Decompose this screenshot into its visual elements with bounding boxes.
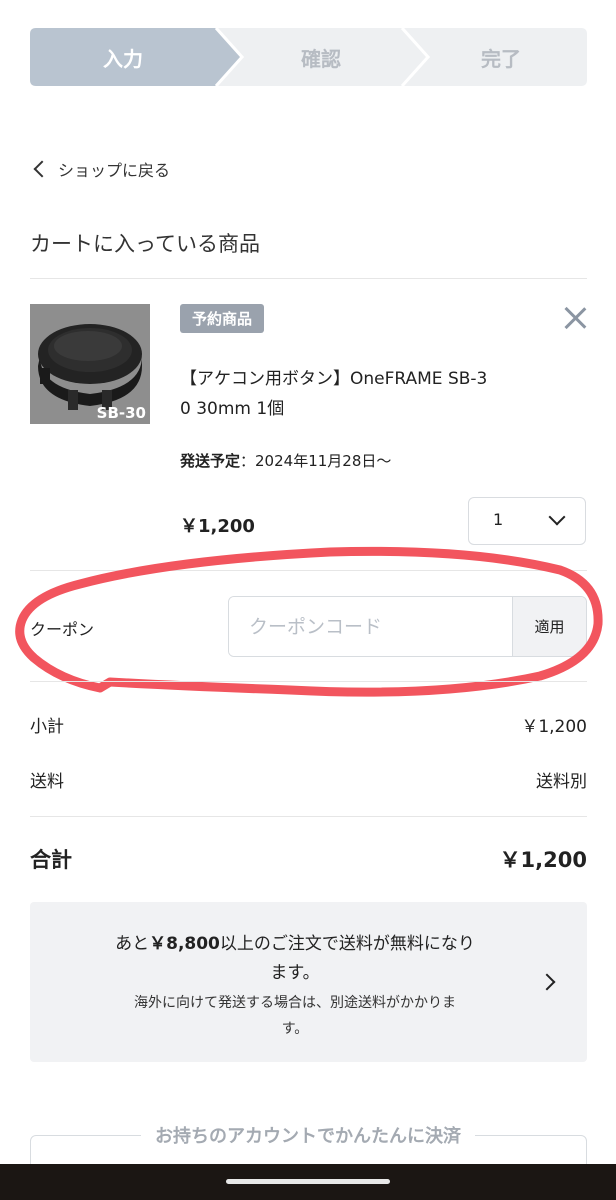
divider <box>30 681 587 682</box>
chevron-down-icon <box>548 508 566 526</box>
thumbnail-label: SB-30 <box>96 404 146 422</box>
notice-line2: ます。 <box>270 963 320 983</box>
checkout-steps: 入力 確認 完了 <box>30 28 587 86</box>
coupon-code-input[interactable] <box>229 597 515 656</box>
preorder-badge: 予約商品 <box>180 304 265 333</box>
step-input: 入力 <box>103 46 143 71</box>
notice-amount: ￥8,800 <box>149 934 220 954</box>
product-thumbnail[interactable]: SB-30 <box>30 304 150 424</box>
divider <box>30 816 587 817</box>
product-name-line1: 【アケコン用ボタン】OneFRAME SB-3 <box>180 369 488 389</box>
cart-title: カートに入っている商品 <box>30 232 260 256</box>
notice-sub: 海外に向けて発送する場合は、別途送料がかかりま す。 <box>60 990 530 1042</box>
home-gesture-handle[interactable] <box>226 1179 390 1184</box>
product-name[interactable]: 【アケコン用ボタン】OneFRAME SB-3 0 30mm 1個 <box>180 364 560 424</box>
notice-sub-line1: 海外に向けて発送する場合は、別途送料がかかりま <box>134 995 456 1011</box>
quantity-value: 1 <box>493 510 504 529</box>
notice-text: あと￥8,800以上のご注文で送料が無料になり ます。 海外に向けて発送する場合… <box>60 930 530 1042</box>
subtotal-label: 小計 <box>30 717 64 737</box>
total-label: 合計 <box>30 848 72 872</box>
shipping-value: 送料別 <box>536 772 587 792</box>
notice-sub-line2: す。 <box>281 1021 309 1037</box>
system-nav-bar <box>0 1164 616 1200</box>
product-name-line2: 0 30mm 1個 <box>180 399 285 419</box>
chevron-left-icon <box>33 160 51 178</box>
coupon-label: クーポン <box>30 620 95 639</box>
chevron-right-icon <box>538 973 556 991</box>
free-shipping-notice[interactable]: あと￥8,800以上のご注文で送料が無料になり ます。 海外に向けて発送する場合… <box>30 902 587 1062</box>
divider <box>30 570 587 571</box>
close-icon[interactable] <box>560 302 590 332</box>
coupon-form: 適用 <box>228 596 587 657</box>
quantity-select[interactable]: 1 <box>468 497 586 545</box>
account-payment-title: お持ちのアカウントでかんたんに決済 <box>0 1122 616 1148</box>
shipping-schedule-value: ：2024年11月28日〜 <box>240 452 392 470</box>
subtotal-value: ￥1,200 <box>521 717 587 737</box>
shipping-label: 送料 <box>30 772 64 792</box>
notice-line1-rest: 以上のご注文で送料が無料になり <box>219 934 475 954</box>
notice-prefix: あと <box>115 934 150 954</box>
account-payment-title-text: お持ちのアカウントでかんたんに決済 <box>141 1126 475 1147</box>
notice-main: あと￥8,800以上のご注文で送料が無料になり ます。 <box>60 930 530 988</box>
item-price: ￥1,200 <box>180 516 255 537</box>
back-link-label: ショップに戻る <box>58 161 171 180</box>
step-confirm: 確認 <box>301 46 341 71</box>
step-complete: 完了 <box>481 46 521 71</box>
total-value: ￥1,200 <box>499 848 587 872</box>
shipping-schedule-label: 発送予定 <box>180 452 241 470</box>
divider <box>30 278 587 279</box>
coupon-apply-button[interactable]: 適用 <box>512 597 586 656</box>
shipping-schedule: 発送予定：2024年11月28日〜 <box>180 450 391 471</box>
back-to-shop-link[interactable]: ショップに戻る <box>30 156 170 182</box>
